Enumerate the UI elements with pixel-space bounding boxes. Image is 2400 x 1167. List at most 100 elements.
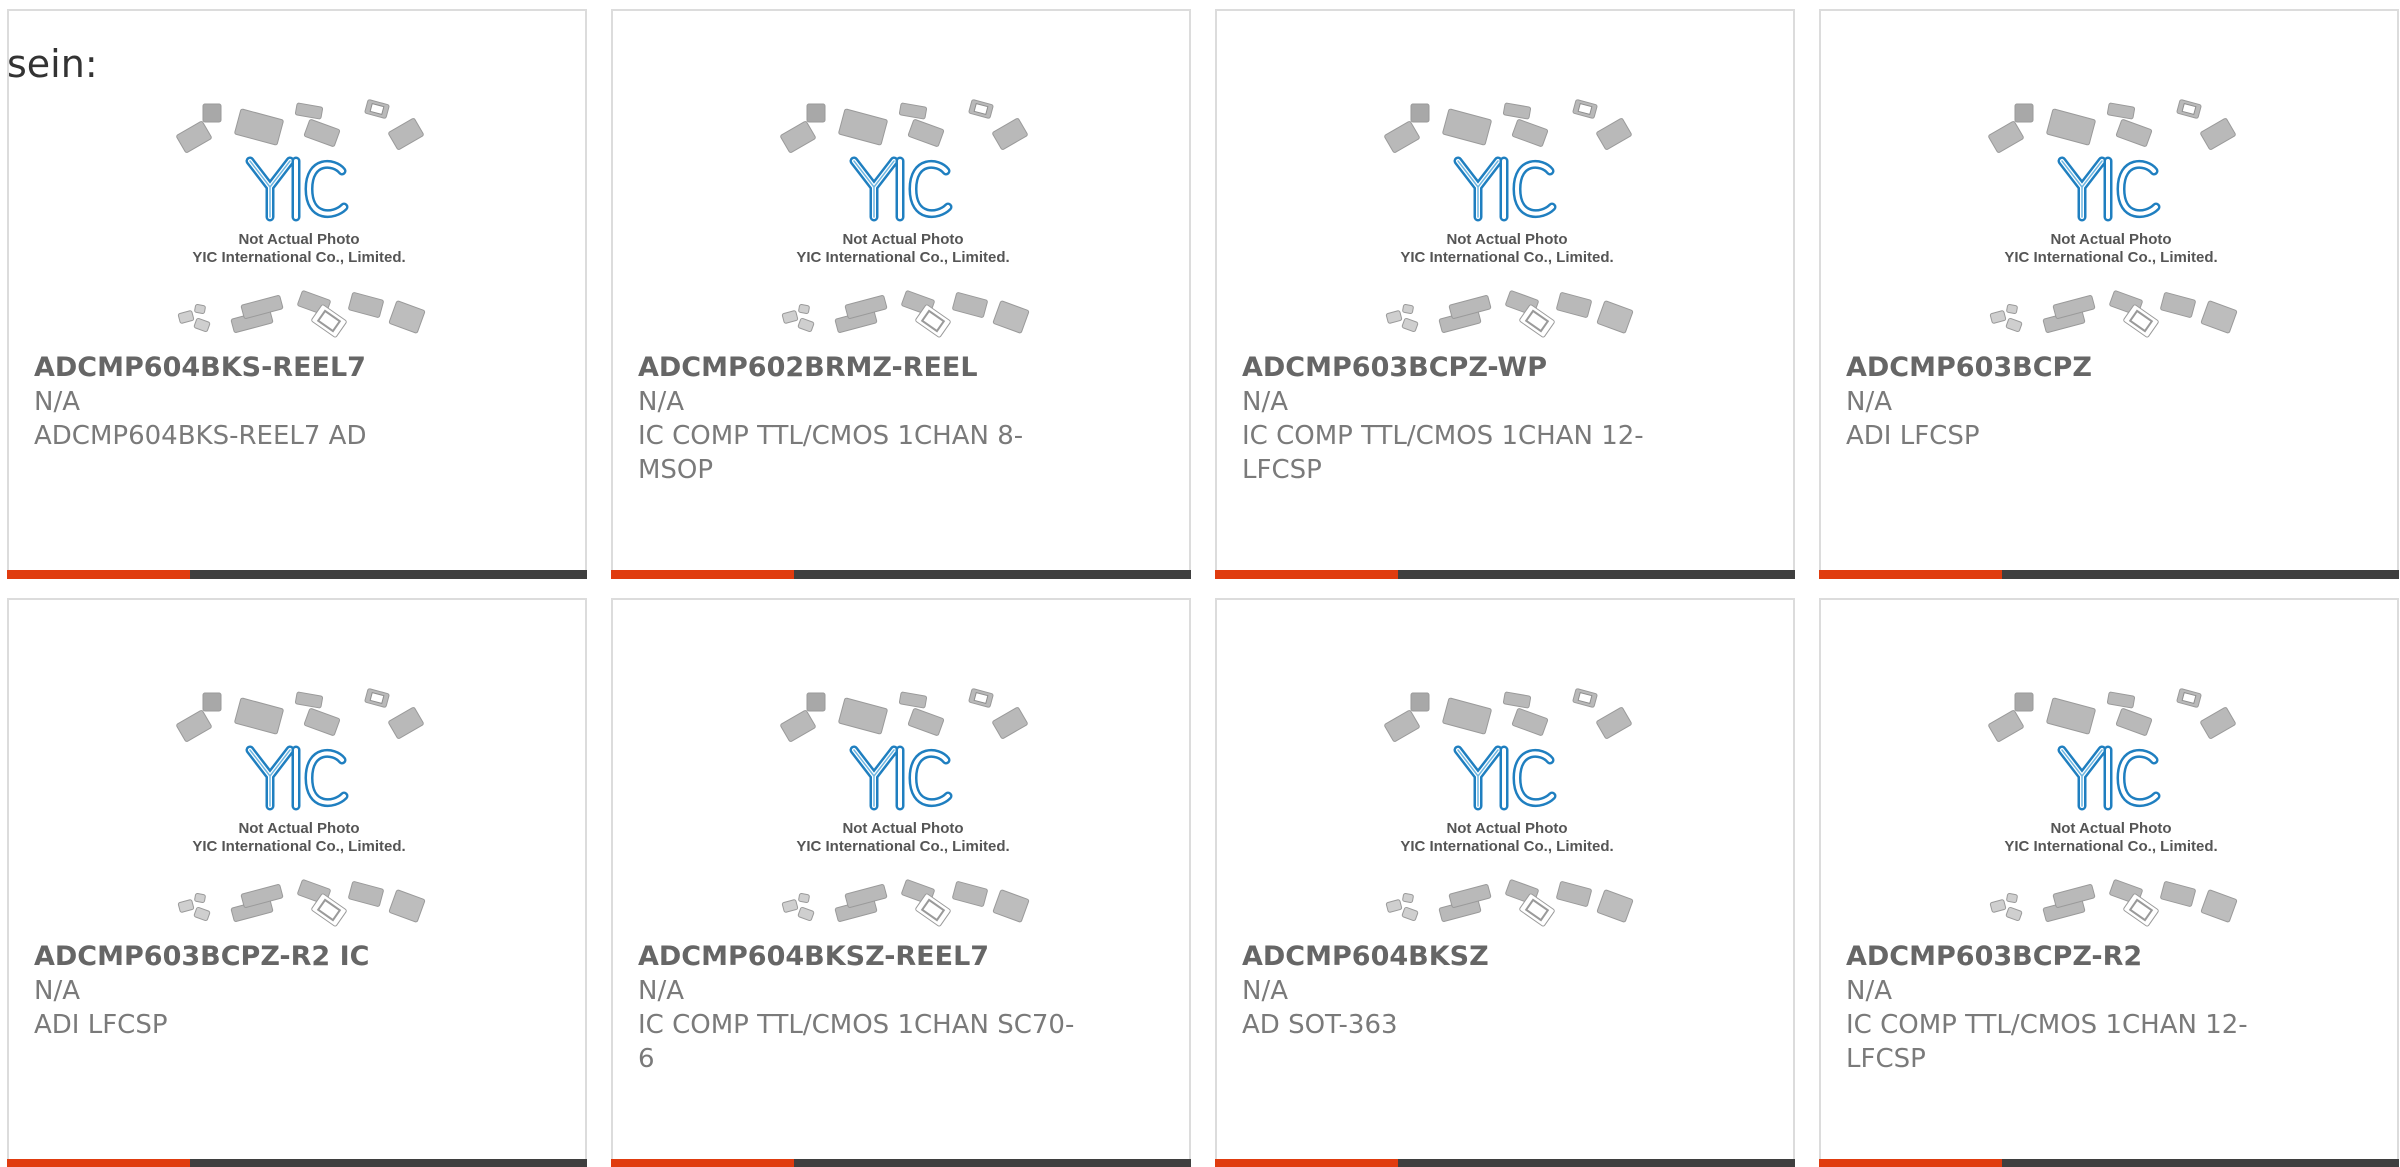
card-bar-accent xyxy=(1819,1159,2002,1167)
company-caption: YIC International Co., Limited. xyxy=(1400,249,1613,266)
card-bar-accent xyxy=(7,1159,190,1167)
chip-cluster-top xyxy=(176,688,424,742)
card-bar-accent xyxy=(1215,1159,1398,1167)
description: ADI LFCSP xyxy=(34,1010,168,1040)
part-number[interactable]: ADCMP603BCPZ-WP xyxy=(1242,351,1682,385)
chip-cluster-top xyxy=(780,688,1028,742)
card-bottom-bar xyxy=(7,570,587,579)
chip-cluster-bottom xyxy=(781,879,1030,927)
card-bottom-bar xyxy=(7,1159,587,1167)
product-image-placeholder: YIC Not Actual PhotoYIC International Co.… xyxy=(1384,99,1634,338)
heading-fragment: sein: xyxy=(7,42,98,86)
not-actual-photo-caption: Not Actual Photo xyxy=(238,231,359,248)
description: IC COMP TTL/CMOS 1CHAN 12-LFCSP xyxy=(1846,1010,2248,1074)
product-info: ADCMP604BKS-REEL7 N/A ADCMP604BKS-REEL7 AD xyxy=(34,351,474,453)
manufacturer: N/A xyxy=(1242,387,1288,417)
card-bottom-bar xyxy=(611,570,1191,579)
chip-cluster-bottom xyxy=(1385,290,1634,338)
not-actual-photo-caption: Not Actual Photo xyxy=(238,820,359,837)
product-image-placeholder: YIC Not Actual PhotoYIC International Co.… xyxy=(1384,688,1634,927)
part-number[interactable]: ADCMP603BCPZ-R2 IC xyxy=(34,940,474,974)
company-caption: YIC International Co., Limited. xyxy=(796,249,1009,266)
card-bar-accent xyxy=(1819,570,2002,579)
card-bottom-bar xyxy=(1215,1159,1795,1167)
not-actual-photo-caption: Not Actual Photo xyxy=(2050,820,2171,837)
product-info: ADCMP602BRMZ-REEL N/A IC COMP TTL/CMOS 1CH… xyxy=(638,351,1078,487)
card-bottom-bar xyxy=(611,1159,1191,1167)
product-image-placeholder: YIC Not Actual PhotoYIC International Co.… xyxy=(780,99,1030,338)
product-card[interactable]: YIC Not Actual Photo YIC International Co.… xyxy=(611,9,1191,579)
product-image-placeholder: YIC Not Actual PhotoYIC International Co.… xyxy=(1988,688,2238,927)
product-grid: YIC Not Actual Photo YIC International Co.… xyxy=(7,9,2399,1167)
manufacturer: N/A xyxy=(638,387,684,417)
product-card[interactable]: YIC Not Actual Photo YIC International Co.… xyxy=(1819,598,2399,1167)
card-bar-accent xyxy=(1215,570,1398,579)
manufacturer: N/A xyxy=(34,387,80,417)
product-info: ADCMP603BCPZ-WP N/A IC COMP TTL/CMOS 1CHAN… xyxy=(1242,351,1682,487)
product-image-placeholder: YIC Not Actual PhotoYIC International Co.… xyxy=(176,688,426,927)
card-bottom-bar xyxy=(1819,570,2399,579)
chip-cluster-top xyxy=(1384,688,1632,742)
product-info: ADCMP604BKSZ-REEL7 N/A IC COMP TTL/CMOS 1C… xyxy=(638,940,1078,1076)
part-number[interactable]: ADCMP603BCPZ-R2 xyxy=(1846,940,2286,974)
part-number[interactable]: ADCMP603BCPZ xyxy=(1846,351,2286,385)
card-bar-accent xyxy=(611,570,794,579)
product-card[interactable]: YIC Not Actual Photo YIC International Co.… xyxy=(611,598,1191,1167)
product-info: ADCMP604BKSZ N/A AD SOT-363 xyxy=(1242,940,1682,1042)
chip-cluster-bottom xyxy=(1385,879,1634,927)
product-card[interactable]: YIC Not Actual Photo YIC International Co.… xyxy=(1819,9,2399,579)
part-number[interactable]: ADCMP604BKSZ xyxy=(1242,940,1682,974)
yic-logo: YIC xyxy=(849,156,953,222)
chip-cluster-top xyxy=(780,99,1028,153)
manufacturer: N/A xyxy=(1242,976,1288,1006)
yic-logo: YIC xyxy=(2057,156,2161,222)
description: IC COMP TTL/CMOS 1CHAN 12-LFCSP xyxy=(1242,421,1644,485)
card-bar-accent xyxy=(611,1159,794,1167)
yic-logo: YIC xyxy=(245,745,349,811)
chip-cluster-top xyxy=(1384,99,1632,153)
chip-cluster-bottom xyxy=(177,879,426,927)
product-info: ADCMP603BCPZ N/A ADI LFCSP xyxy=(1846,351,2286,453)
manufacturer: N/A xyxy=(1846,976,1892,1006)
product-image-placeholder: YIC Not Actual PhotoYIC International Co.… xyxy=(176,99,426,338)
manufacturer: N/A xyxy=(638,976,684,1006)
company-caption: YIC International Co., Limited. xyxy=(796,838,1009,855)
product-card[interactable]: YIC Not Actual Photo YIC International Co.… xyxy=(1215,598,1795,1167)
chip-cluster-top xyxy=(176,99,424,153)
chip-cluster-top xyxy=(1988,99,2236,153)
product-card[interactable]: YIC Not Actual Photo YIC International Co.… xyxy=(7,9,587,579)
product-image-placeholder: YIC Not Actual PhotoYIC International Co.… xyxy=(1988,99,2238,338)
product-card[interactable]: YIC Not Actual Photo YIC International Co.… xyxy=(7,598,587,1167)
product-info: ADCMP603BCPZ-R2 N/A IC COMP TTL/CMOS 1CHAN… xyxy=(1846,940,2286,1076)
product-card[interactable]: YIC Not Actual Photo YIC International Co.… xyxy=(1215,9,1795,579)
description: IC COMP TTL/CMOS 1CHAN 8-MSOP xyxy=(638,421,1024,485)
card-bottom-bar xyxy=(1819,1159,2399,1167)
part-number[interactable]: ADCMP604BKS-REEL7 xyxy=(34,351,474,385)
chip-cluster-top xyxy=(1988,688,2236,742)
company-caption: YIC International Co., Limited. xyxy=(2004,838,2217,855)
chip-cluster-bottom xyxy=(1989,879,2238,927)
yic-logo: YIC xyxy=(1453,156,1557,222)
manufacturer: N/A xyxy=(34,976,80,1006)
not-actual-photo-caption: Not Actual Photo xyxy=(842,231,963,248)
description: IC COMP TTL/CMOS 1CHAN SC70-6 xyxy=(638,1010,1075,1074)
chip-cluster-bottom xyxy=(781,290,1030,338)
not-actual-photo-caption: Not Actual Photo xyxy=(842,820,963,837)
yic-logo: YIC xyxy=(245,156,349,222)
manufacturer: N/A xyxy=(1846,387,1892,417)
company-caption: YIC International Co., Limited. xyxy=(192,838,405,855)
not-actual-photo-caption: Not Actual Photo xyxy=(2050,231,2171,248)
chip-cluster-bottom xyxy=(177,290,426,338)
yic-logo: YIC xyxy=(2057,745,2161,811)
description: AD SOT-363 xyxy=(1242,1010,1398,1040)
part-number[interactable]: ADCMP604BKSZ-REEL7 xyxy=(638,940,1078,974)
product-image-placeholder: YIC Not Actual PhotoYIC International Co.… xyxy=(780,688,1030,927)
product-info: ADCMP603BCPZ-R2 IC N/A ADI LFCSP xyxy=(34,940,474,1042)
company-caption: YIC International Co., Limited. xyxy=(2004,249,2217,266)
product-grid-page: YIC Not Actual Photo YIC International Co.… xyxy=(0,0,2400,1167)
not-actual-photo-caption: Not Actual Photo xyxy=(1446,231,1567,248)
part-number[interactable]: ADCMP602BRMZ-REEL xyxy=(638,351,1078,385)
card-bottom-bar xyxy=(1215,570,1795,579)
description: ADI LFCSP xyxy=(1846,421,1980,451)
chip-cluster-bottom xyxy=(1989,290,2238,338)
